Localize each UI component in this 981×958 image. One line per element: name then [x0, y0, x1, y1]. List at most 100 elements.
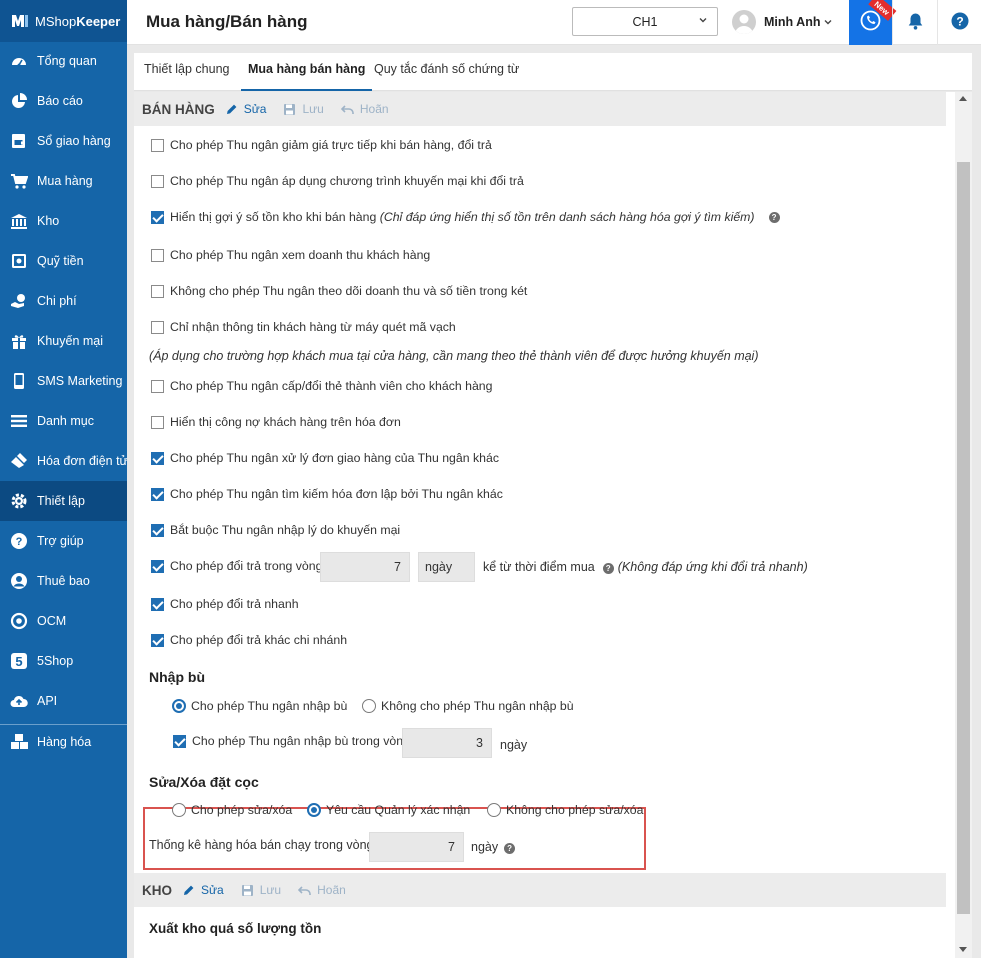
settings-panel: BÁN HÀNG Sửa Lưu Hoãn Cho phép Thu ngân … — [134, 92, 972, 958]
tab-thiet-lap-chung[interactable]: Thiết lập chung — [144, 53, 229, 91]
chevron-down-icon[interactable] — [824, 18, 832, 26]
cloud-upload-icon — [10, 695, 28, 707]
checkbox[interactable] — [151, 138, 164, 152]
scroll-up-arrow[interactable] — [959, 96, 967, 101]
sidebar-item-label: Sổ giao hàng — [37, 134, 111, 148]
bestseller-days-input[interactable]: 7 — [369, 832, 464, 862]
radio[interactable] — [172, 699, 186, 713]
sidebar-item-tong-quan[interactable]: Tổng quan — [0, 41, 127, 81]
checkbox[interactable] — [151, 284, 164, 298]
checkbox[interactable] — [173, 734, 186, 748]
sidebar-item-label: Tổng quan — [37, 54, 97, 68]
radio[interactable] — [487, 803, 501, 817]
branch-select[interactable]: CH1 — [572, 7, 718, 36]
user-name[interactable]: Minh Anh — [764, 15, 820, 29]
help-icon: ? — [11, 533, 27, 549]
checkbox[interactable] — [151, 210, 164, 224]
restock-days-input[interactable]: 3 — [402, 728, 492, 758]
scroll-thumb[interactable] — [957, 162, 970, 914]
option-row: Cho phép Thu ngân xử lý đơn giao hàng củ… — [151, 451, 499, 465]
save-button[interactable]: Lưu — [283, 102, 324, 116]
checkbox[interactable] — [151, 633, 164, 647]
radio-label: Yêu cầu Quản lý xác nhận — [326, 803, 471, 817]
sidebar-item-api[interactable]: API — [0, 681, 127, 721]
save-label: Lưu — [302, 102, 324, 116]
checkbox[interactable] — [151, 487, 164, 501]
notification-button[interactable] — [892, 0, 937, 45]
checkbox[interactable] — [151, 320, 164, 334]
sidebar-item-so-giao-hang[interactable]: Sổ giao hàng — [0, 121, 127, 161]
checkbox[interactable] — [151, 248, 164, 262]
save-button[interactable]: Lưu — [241, 883, 281, 897]
bestseller-unit-wrap: ngày? — [471, 840, 519, 854]
5shop-icon: 5 — [11, 653, 27, 669]
support-call-button[interactable]: New — [849, 0, 897, 45]
radio[interactable] — [307, 803, 321, 817]
sidebar-item-hang-hoa[interactable]: Hàng hóa — [0, 722, 127, 762]
tab-quy-tac-danh-so[interactable]: Quy tắc đánh số chứng từ — [374, 53, 519, 91]
radio[interactable] — [362, 699, 376, 713]
return-days-input[interactable]: 7 — [320, 552, 410, 582]
checkbox[interactable] — [151, 597, 164, 611]
option-row: Hiển thị gợi ý số tồn kho khi bán hàng (… — [151, 210, 784, 224]
undo-label: Hoãn — [359, 102, 389, 116]
bestseller-label: Thống kê hàng hóa bán chạy trong vòng — [149, 838, 374, 852]
sidebar-item-chi-phi[interactable]: Chi phí — [0, 281, 127, 321]
sidebar-item-label: Khuyến mại — [37, 334, 104, 348]
sidebar-item-quy-tien[interactable]: Quỹ tiền — [0, 241, 127, 281]
sidebar-item-tro-giup[interactable]: ? Trợ giúp — [0, 521, 127, 561]
sidebar: MShopKeeper Tổng quan Báo cáo Sổ giao hà… — [0, 0, 128, 958]
sidebar-item-bao-cao[interactable]: Báo cáo — [0, 81, 127, 121]
avatar[interactable] — [732, 10, 756, 34]
question-icon[interactable]: ? — [768, 211, 780, 223]
sidebar-item-label: Trợ giúp — [37, 534, 84, 548]
sidebar-item-mua-hang[interactable]: Mua hàng — [0, 161, 127, 201]
scroll-down-arrow[interactable] — [959, 947, 967, 952]
barcode-note: (Áp dụng cho trường hợp khách mua tại cử… — [149, 349, 759, 363]
sidebar-item-thue-bao[interactable]: Thuê bao — [0, 561, 127, 601]
sidebar-item-sms-marketing[interactable]: SMS Marketing — [0, 361, 127, 401]
sidebar-item-danh-muc[interactable]: Danh mục — [0, 401, 127, 441]
sidebar-item-hoa-don-dien-tu[interactable]: Hóa đơn điện tử — [0, 441, 128, 481]
app-logo[interactable]: MShopKeeper — [0, 0, 127, 42]
option-label: Cho phép Thu ngân giảm giá trực tiếp khi… — [170, 138, 492, 152]
undo-button[interactable]: Hoãn — [340, 102, 389, 116]
edit-button[interactable]: Sửa — [225, 102, 267, 116]
checkbox[interactable] — [151, 523, 164, 537]
scrollbar[interactable] — [955, 92, 972, 958]
pie-chart-icon — [12, 93, 27, 108]
sidebar-item-khuyen-mai[interactable]: Khuyến mại — [0, 321, 127, 361]
edit-label: Sửa — [243, 102, 267, 116]
sidebar-item-label: Báo cáo — [37, 94, 83, 108]
checkbox[interactable] — [151, 559, 164, 573]
export-over-title: Xuất kho quá số lượng tồn — [149, 921, 322, 936]
radio[interactable] — [172, 803, 186, 817]
help-button[interactable]: ? — [937, 0, 981, 45]
option-label: Bắt buộc Thu ngân nhập lý do khuyến mại — [170, 523, 401, 537]
restock-unit: ngày — [500, 738, 528, 752]
checkbox[interactable] — [151, 379, 164, 393]
checkbox[interactable] — [151, 174, 164, 188]
checkbox[interactable] — [151, 415, 164, 429]
sidebar-item-label: Quỹ tiền — [37, 254, 84, 268]
tab-mua-hang-ban-hang[interactable]: Mua hàng bán hàng — [241, 53, 373, 91]
gear-icon — [11, 493, 27, 509]
sidebar-item-kho[interactable]: Kho — [0, 201, 127, 241]
option-row: Không cho phép Thu ngân theo dõi doanh t… — [151, 284, 527, 298]
sidebar-item-5shop[interactable]: 5 5Shop — [0, 641, 127, 681]
ocm-icon — [10, 612, 28, 630]
sidebar-item-thiet-lap[interactable]: Thiết lập — [0, 481, 127, 521]
option-label: Cho phép đổi trả khác chi nhánh — [170, 633, 348, 647]
option-row: Cho phép Thu ngân xem doanh thu khách hà… — [151, 248, 430, 262]
question-icon[interactable]: ? — [504, 843, 516, 854]
option-label: Cho phép Thu ngân cấp/đổi thẻ thành viên… — [170, 379, 493, 393]
sidebar-item-ocm[interactable]: OCM — [0, 601, 127, 641]
edit-button[interactable]: Sửa — [182, 883, 224, 897]
undo-button[interactable]: Hoãn — [298, 883, 346, 897]
main-content: Thiết lập chung Mua hàng bán hàng Quy tắ… — [127, 45, 981, 958]
radio-row: Không cho phép sửa/xóa — [487, 803, 643, 817]
floppy-icon — [241, 884, 253, 896]
question-icon[interactable]: ? — [602, 563, 614, 574]
checkbox[interactable] — [151, 451, 164, 465]
return-unit: ngày — [418, 552, 475, 582]
